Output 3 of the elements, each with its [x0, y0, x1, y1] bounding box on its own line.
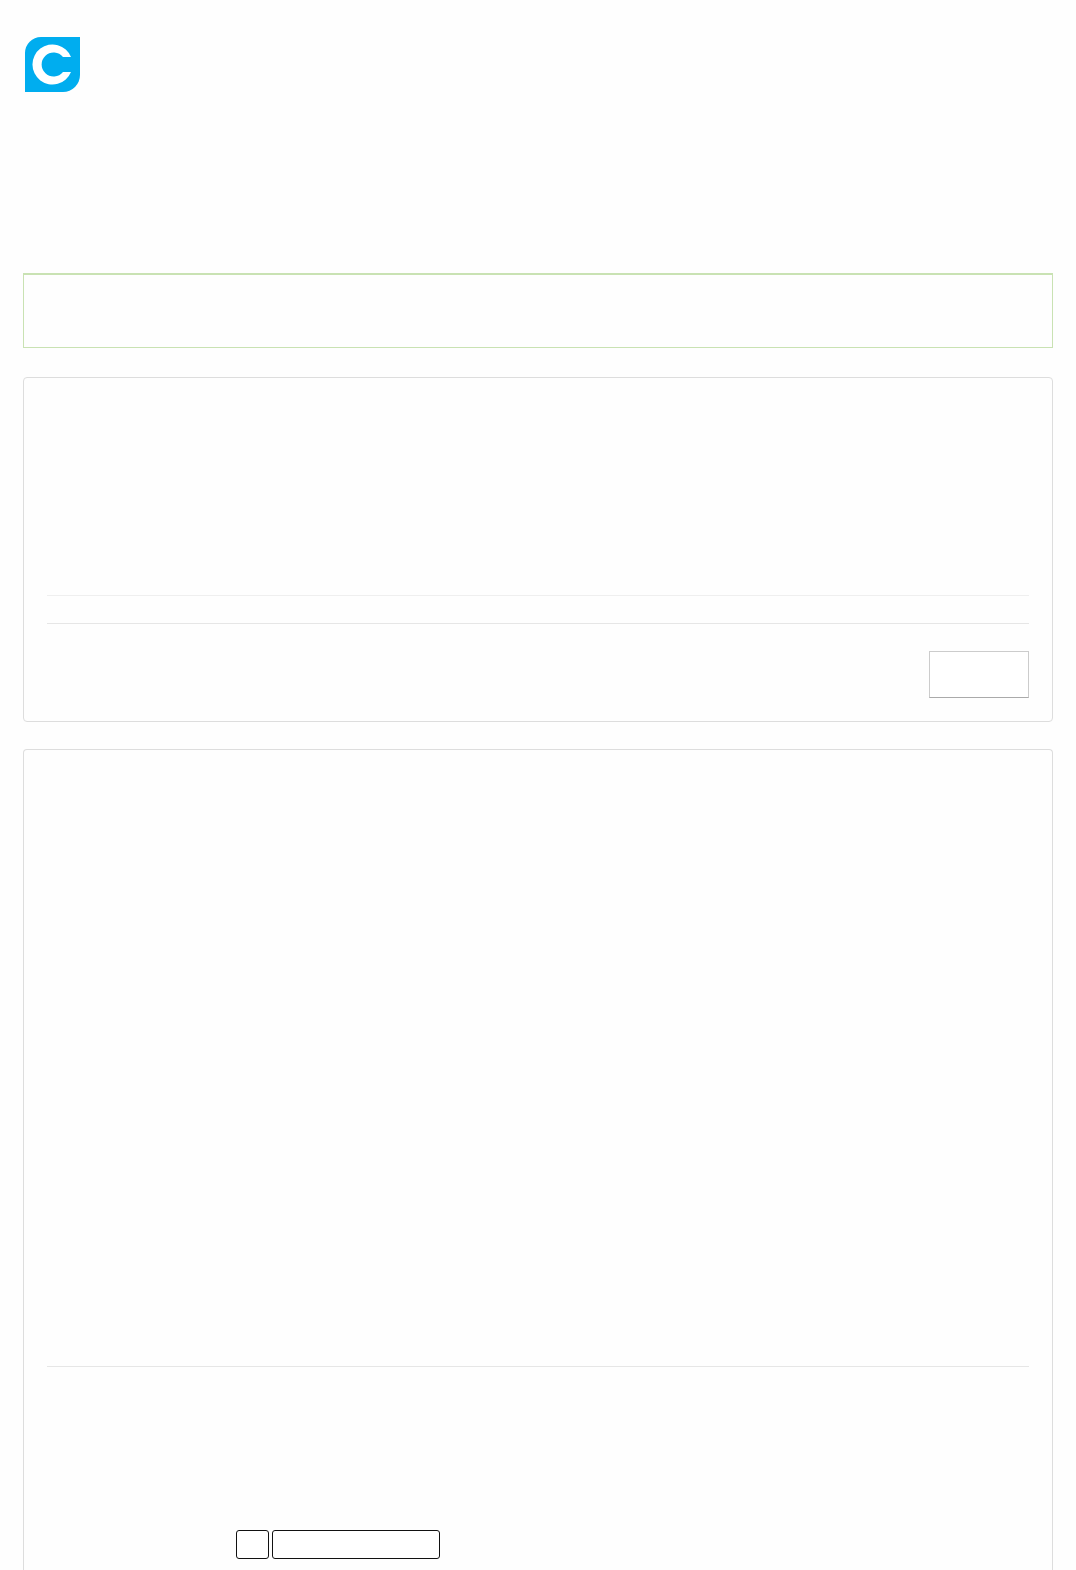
logo-icon [25, 37, 80, 92]
input-field[interactable] [236, 1530, 269, 1559]
input-field[interactable] [272, 1530, 440, 1559]
